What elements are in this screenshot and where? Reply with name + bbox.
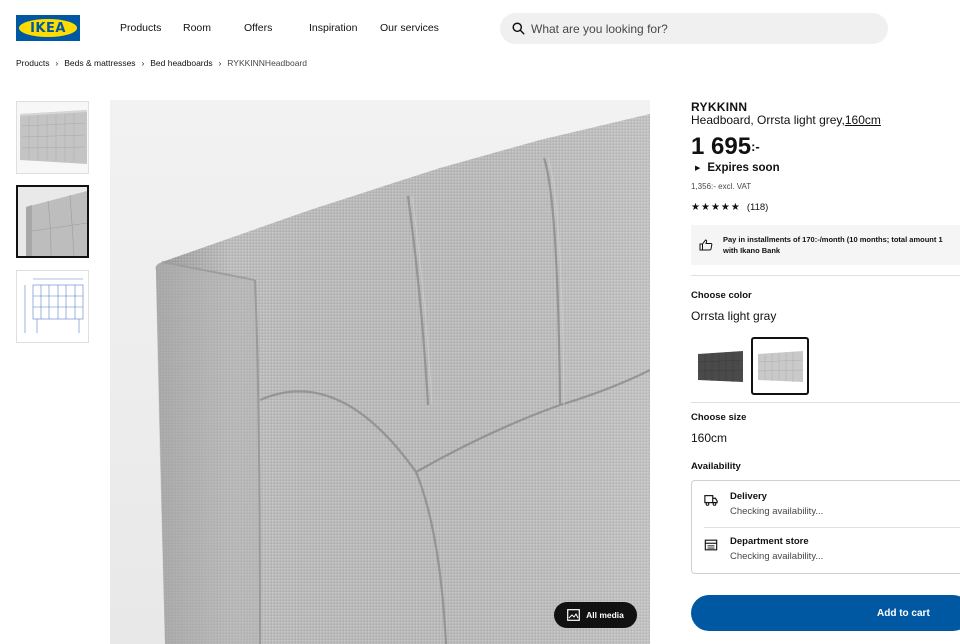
store-title: Department store	[730, 536, 809, 547]
swatch-light-grey[interactable]	[751, 337, 809, 395]
dark-grey-headboard-image	[697, 351, 744, 382]
star-icon: ★	[710, 202, 720, 213]
half-star-icon: ★	[730, 202, 740, 213]
search-bar[interactable]	[500, 13, 888, 44]
nav-inspiration[interactable]: Inspiration	[309, 22, 357, 34]
truck-icon	[704, 495, 718, 506]
search-input[interactable]	[531, 21, 861, 36]
nav-products[interactable]: Products	[120, 22, 161, 34]
nav-offers[interactable]: Offers	[244, 22, 272, 34]
breadcrumb-current: RYKKINNHeadboard	[227, 58, 307, 68]
nav-room[interactable]: Room	[183, 22, 211, 34]
star-icon: ★	[720, 202, 730, 213]
ikea-logo[interactable]: IKEA	[16, 15, 80, 41]
nav-our-services[interactable]: Our services	[380, 22, 439, 34]
thumbnail-dimensions[interactable]	[16, 270, 89, 343]
logo-oval: IKEA	[19, 19, 77, 37]
installment-line-2: with Ikano Bank	[723, 246, 781, 255]
price-value: 1 695	[691, 133, 752, 160]
logo-text: IKEA	[30, 20, 66, 36]
breadcrumb: Products › Beds & mattresses › Bed headb…	[16, 58, 307, 68]
size-link[interactable]: 160cm	[845, 113, 881, 127]
search-icon	[512, 22, 525, 35]
delivery-row[interactable]: Delivery Checking availability...	[704, 491, 823, 517]
price-suffix: :-	[751, 139, 760, 154]
breadcrumb-bed-headboards[interactable]: Bed headboards	[150, 58, 212, 68]
selected-color-value: Orrsta light gray	[691, 309, 777, 323]
store-status: Checking availability...	[730, 551, 824, 562]
breadcrumb-products[interactable]: Products	[16, 58, 50, 68]
all-media-button[interactable]: All media	[554, 602, 637, 628]
availability-panel: Delivery Checking availability... Depart…	[691, 480, 960, 574]
price-excl-vat: 1,356:- excl. VAT	[691, 182, 752, 191]
expires-toggle[interactable]: ▶ Expires soon	[691, 162, 780, 174]
product-price: 1 695:-	[691, 133, 760, 161]
chevron-right-icon: ›	[141, 58, 145, 68]
breadcrumb-beds-mattresses[interactable]: Beds & mattresses	[64, 58, 135, 68]
expires-label: Expires soon	[707, 162, 780, 174]
swatch-dark-grey[interactable]	[691, 337, 749, 395]
headboard-closeup-image	[18, 187, 87, 256]
installment-banner[interactable]: Pay in installments of 170:-/month (10 m…	[691, 225, 960, 265]
choose-color-label: Choose color	[691, 290, 752, 301]
divider	[691, 275, 960, 276]
triangle-right-icon: ▶	[695, 165, 701, 172]
divider	[691, 402, 960, 403]
thumbnail-front-view[interactable]	[16, 101, 89, 174]
rating-stars: ★ ★ ★ ★ ★	[691, 202, 741, 213]
headboard-closeup-photo	[110, 100, 650, 644]
product-description-text: Headboard, Orrsta light grey,	[691, 113, 845, 127]
thumbnail-close-up[interactable]	[16, 185, 89, 258]
all-media-label: All media	[586, 610, 624, 620]
dimension-drawing-image	[17, 271, 88, 342]
product-name: RYKKINN	[691, 100, 748, 114]
thumbs-up-icon	[699, 239, 713, 251]
star-icon: ★	[691, 202, 700, 213]
store-row[interactable]: Department store Checking availability..…	[704, 536, 823, 562]
chevron-right-icon: ›	[55, 58, 59, 68]
delivery-status: Checking availability...	[730, 506, 824, 517]
add-to-cart-button[interactable]: Add to cart	[691, 595, 960, 631]
installment-text: Pay in installments of 170:-/month (10 m…	[723, 234, 943, 256]
choose-size-label: Choose size	[691, 412, 747, 423]
installment-line-1: Pay in installments of 170:-/month (10 m…	[723, 235, 943, 244]
selected-size-value[interactable]: 160cm	[691, 431, 727, 445]
gallery-icon	[567, 609, 580, 621]
chevron-right-icon: ›	[218, 58, 222, 68]
headboard-front-image	[17, 102, 88, 173]
product-description: Headboard, Orrsta light grey,160cm	[691, 113, 881, 127]
review-count: (118)	[746, 202, 769, 213]
star-icon: ★	[700, 202, 710, 213]
light-grey-headboard-image	[757, 351, 804, 382]
delivery-title: Delivery	[730, 491, 767, 502]
availability-label: Availability	[691, 461, 741, 472]
product-rating[interactable]: ★ ★ ★ ★ ★ (118)	[691, 202, 768, 213]
main-product-image[interactable]: All media	[110, 100, 650, 644]
divider	[704, 527, 960, 528]
store-icon	[704, 539, 718, 551]
